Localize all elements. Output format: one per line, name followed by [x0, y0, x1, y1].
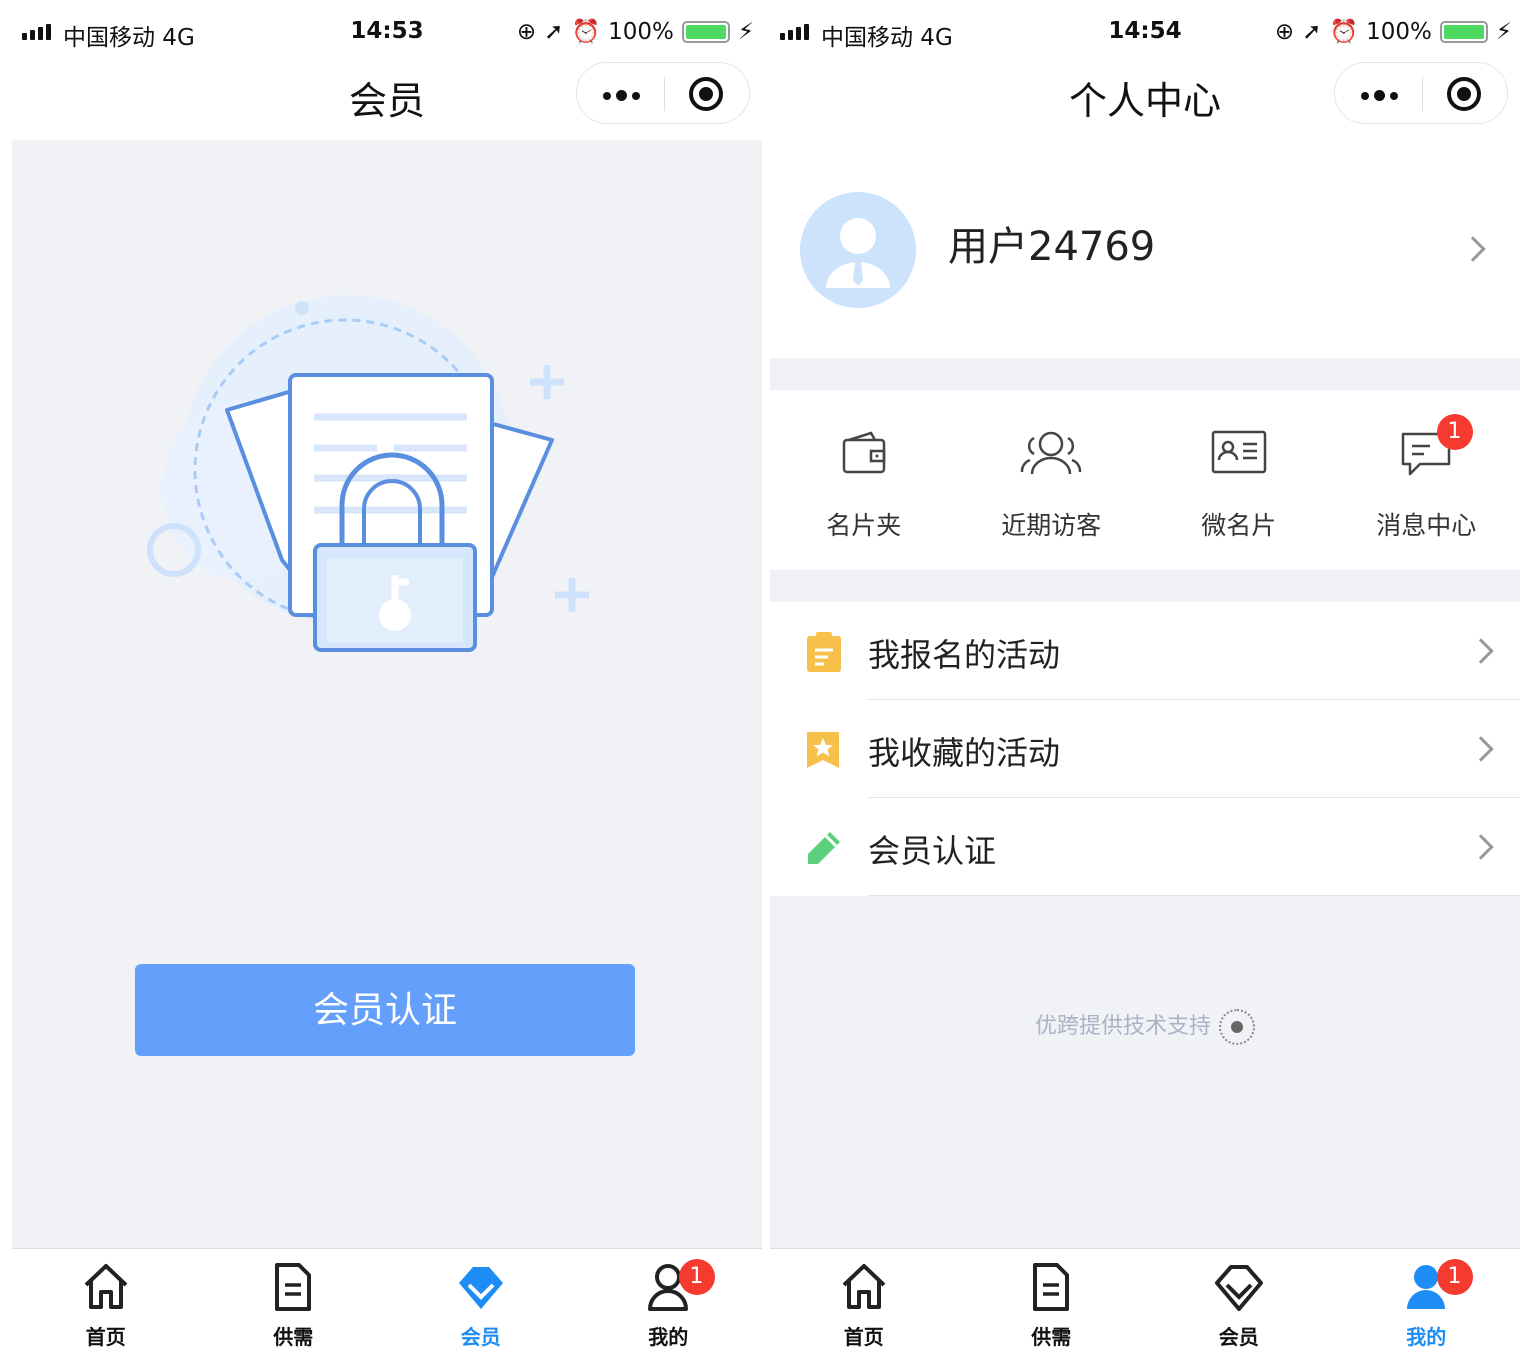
battery-icon [681, 20, 730, 43]
menu-member-certification[interactable]: 会员认证 [770, 798, 1520, 896]
lock-rotation-icon: ⊕ [516, 18, 537, 45]
notification-badge: 1 [1436, 1259, 1473, 1295]
visitors-icon [1021, 431, 1082, 475]
tab-mine[interactable]: 1 我的 [575, 1249, 763, 1358]
menu-favorite-activities[interactable]: 我收藏的活动 [770, 700, 1520, 798]
chevron-right-icon [1460, 236, 1486, 262]
chevron-right-icon [1468, 834, 1494, 860]
tab-mine[interactable]: 1 我的 [1333, 1249, 1521, 1358]
quick-micro-card[interactable]: 微名片 [1145, 390, 1333, 570]
avatar [800, 192, 916, 308]
right-screen: 中国移动 4G 14:54 ⊕ ➚ ⏰ 100% ⚡ 个人中心 用户24769 … [766, 0, 1524, 1358]
battery-icon [1439, 20, 1488, 43]
nav-bar: 会员 [8, 62, 766, 140]
quick-recent-visitors[interactable]: 近期访客 [958, 390, 1146, 570]
clipboard-icon [807, 632, 841, 672]
document-icon [275, 1263, 312, 1311]
location-icon: ➚ [1302, 18, 1322, 45]
quick-card-holder[interactable]: 名片夹 [770, 390, 958, 570]
tab-home[interactable]: 首页 [770, 1249, 958, 1358]
member-content: 会员认证 [12, 140, 762, 1248]
location-icon: ➚ [544, 18, 564, 45]
home-icon [842, 1264, 886, 1309]
more-icon[interactable] [603, 90, 640, 101]
notification-badge: 1 [678, 1259, 715, 1295]
profile-content: 用户24769 名片夹 近期访客 微名片 1 消息中心 我报名的活动 我收藏的活… [770, 140, 1520, 1248]
locked-documents-illustration [147, 295, 589, 652]
tech-support-footer: 优跨提供技术支持 [770, 1008, 1520, 1045]
document-icon [1033, 1263, 1070, 1311]
status-bar: 中国移动 4G 14:53 ⊕ ➚ ⏰ 100% ⚡ [8, 0, 766, 62]
more-icon[interactable] [1361, 90, 1398, 101]
menu-registered-activities[interactable]: 我报名的活动 [770, 602, 1520, 700]
tab-member[interactable]: 会员 [1145, 1249, 1333, 1358]
mini-program-code-icon [1219, 1009, 1255, 1045]
tab-supply-demand[interactable]: 供需 [200, 1249, 388, 1358]
diamond-icon [1214, 1265, 1263, 1311]
tab-bar: 首页 供需 会员 1 我的 [770, 1248, 1520, 1358]
pencil-icon [808, 832, 840, 864]
left-screen: 中国移动 4G 14:53 ⊕ ➚ ⏰ 100% ⚡ 会员 会员认证 首页 供需… [8, 0, 766, 1358]
alarm-icon: ⏰ [571, 19, 601, 45]
member-certification-button[interactable]: 会员认证 [135, 964, 635, 1056]
home-icon [84, 1264, 128, 1309]
username: 用户24769 [948, 224, 1156, 270]
mini-program-capsule [576, 62, 750, 124]
diamond-icon [458, 1267, 503, 1309]
charging-icon: ⚡ [1495, 18, 1512, 45]
close-miniprogram-icon[interactable] [689, 77, 723, 111]
default-avatar-icon [826, 218, 890, 288]
tab-member[interactable]: 会员 [387, 1249, 575, 1358]
tab-supply-demand[interactable]: 供需 [958, 1249, 1146, 1358]
charging-icon: ⚡ [737, 18, 754, 45]
battery-percent: 100% [608, 18, 674, 45]
bookmark-star-icon [807, 732, 839, 768]
battery-percent: 100% [1366, 18, 1432, 45]
nav-bar: 个人中心 [766, 62, 1524, 140]
mini-program-capsule [1334, 62, 1508, 124]
tab-bar: 首页 供需 会员 1 我的 [12, 1248, 762, 1358]
close-miniprogram-icon[interactable] [1447, 77, 1481, 111]
tab-home[interactable]: 首页 [12, 1249, 200, 1358]
quick-actions: 名片夹 近期访客 微名片 1 消息中心 [770, 390, 1520, 570]
lock-rotation-icon: ⊕ [1274, 18, 1295, 45]
chevron-right-icon [1468, 638, 1494, 664]
notification-badge: 1 [1436, 414, 1473, 450]
activity-menu: 我报名的活动 我收藏的活动 会员认证 [770, 602, 1520, 896]
status-bar: 中国移动 4G 14:54 ⊕ ➚ ⏰ 100% ⚡ [766, 0, 1524, 62]
alarm-icon: ⏰ [1329, 19, 1359, 45]
wallet-icon [842, 431, 885, 474]
quick-message-center[interactable]: 1 消息中心 [1333, 390, 1521, 570]
chevron-right-icon [1468, 736, 1494, 762]
id-card-icon [1211, 430, 1266, 474]
profile-header[interactable]: 用户24769 [770, 140, 1520, 358]
